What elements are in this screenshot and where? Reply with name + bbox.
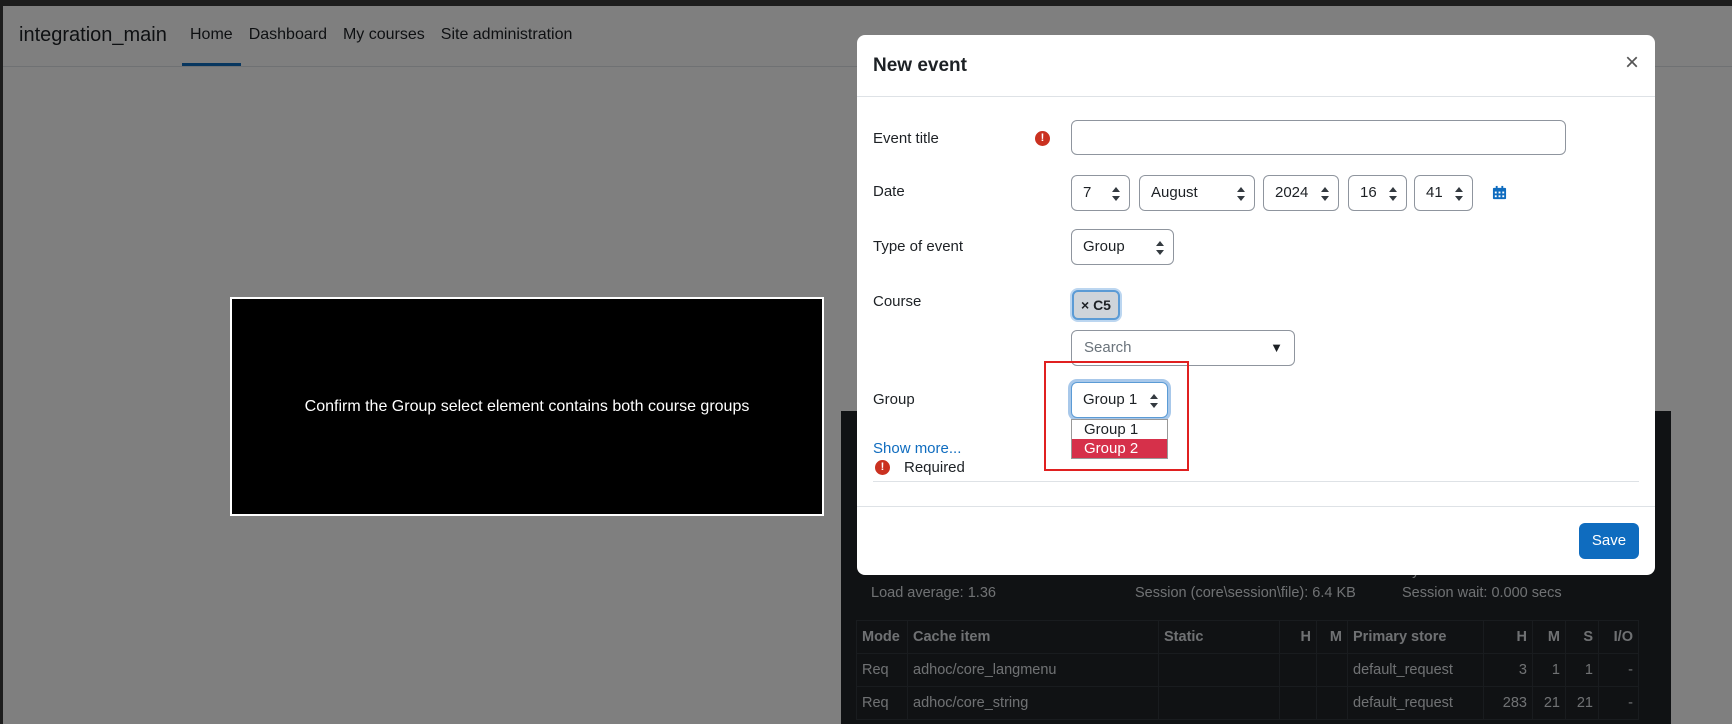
dropdown-arrow-icon[interactable]: ▼: [1270, 331, 1283, 365]
select-arrows-icon: [1455, 187, 1463, 201]
highlight-box: [1044, 361, 1189, 471]
group-label: Group: [873, 391, 915, 408]
select-arrows-icon: [1321, 187, 1329, 201]
day-select[interactable]: 7: [1071, 175, 1130, 211]
modal-footer: Save: [857, 506, 1655, 576]
required-text: Required: [904, 459, 965, 476]
calendar-icon[interactable]: [1492, 185, 1507, 200]
event-title-input[interactable]: [1071, 120, 1566, 155]
event-type-value: Group: [1083, 238, 1125, 255]
date-label: Date: [873, 183, 905, 200]
course-label: Course: [873, 293, 922, 310]
event-type-select[interactable]: Group: [1071, 229, 1174, 265]
save-button[interactable]: Save: [1579, 523, 1639, 559]
month-select[interactable]: August: [1139, 175, 1255, 211]
minute-value: 41: [1426, 184, 1443, 201]
close-button[interactable]: ×: [1625, 51, 1639, 75]
event-title-label: Event title: [873, 130, 939, 147]
select-arrows-icon: [1237, 187, 1245, 201]
event-type-label: Type of event: [873, 238, 964, 255]
hour-value: 16: [1360, 184, 1377, 201]
required-icon: !: [1035, 131, 1050, 146]
course-badge[interactable]: × C5: [1072, 290, 1120, 320]
modal-title: New event: [873, 55, 967, 76]
search-placeholder: Search: [1084, 339, 1132, 356]
year-value: 2024: [1275, 184, 1309, 201]
required-icon: !: [875, 460, 890, 475]
new-event-modal: New event × Event title ! Date 7 August …: [857, 35, 1655, 575]
form-divider: [873, 481, 1639, 482]
select-arrows-icon: [1389, 187, 1397, 201]
select-arrows-icon: [1156, 241, 1164, 255]
year-select[interactable]: 2024: [1263, 175, 1339, 211]
instruction-text: Confirm the Group select element contain…: [304, 397, 750, 415]
minute-select[interactable]: 41: [1414, 175, 1473, 211]
day-value: 7: [1083, 184, 1092, 201]
instruction-banner: Confirm the Group select element contain…: [230, 297, 824, 516]
select-arrows-icon: [1112, 187, 1120, 201]
modal-header: New event ×: [857, 35, 1655, 97]
show-more-link[interactable]: Show more...: [873, 440, 961, 457]
hour-select[interactable]: 16: [1348, 175, 1407, 211]
month-value: August: [1151, 184, 1198, 201]
